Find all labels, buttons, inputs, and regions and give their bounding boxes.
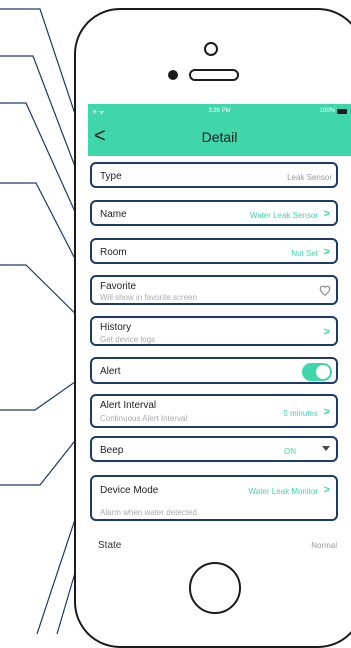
battery-icon <box>337 109 347 114</box>
row-history[interactable]: History Get device logs > <box>90 316 338 346</box>
alert-interval-subtitle: Continuous Alert Interval <box>100 414 188 423</box>
chevron-right-icon: > <box>323 326 330 338</box>
sensor-dot-icon <box>168 70 178 80</box>
beep-value: ON <box>284 447 296 456</box>
row-favorite[interactable]: Favorite Will show in favorite screen <box>90 275 338 305</box>
device-mode-subtitle: Alarm when water detected <box>100 508 197 517</box>
favorite-subtitle: Will show in favorite screen <box>100 293 197 302</box>
row-alert-interval[interactable]: Alert Interval Continuous Alert Interval… <box>90 394 338 428</box>
speaker-grille-icon <box>189 69 239 81</box>
status-bar: ✈ ᯤ 3:26 PM 100% <box>88 104 351 120</box>
chevron-right-icon: > <box>323 246 330 258</box>
row-beep[interactable]: Beep ON <box>90 436 338 462</box>
heart-outline-icon[interactable] <box>318 283 332 297</box>
row-alert: Alert <box>90 357 338 384</box>
state-label: State <box>98 540 122 551</box>
chevron-right-icon: > <box>323 484 330 496</box>
alert-toggle[interactable] <box>302 363 332 381</box>
favorite-label: Favorite <box>100 281 137 292</box>
battery-percent: 100% <box>319 108 335 114</box>
type-value: Leak Sensor <box>287 173 332 182</box>
nav-bar: < Detail <box>88 120 351 156</box>
camera-icon <box>204 42 218 56</box>
device-mode-label: Device Mode <box>100 485 159 496</box>
name-value: Water Leak Sensor <box>249 211 318 220</box>
row-room[interactable]: Room Not Set > <box>90 238 338 264</box>
name-label: Name <box>100 209 127 220</box>
state-value: Normal <box>311 541 337 550</box>
alert-interval-label: Alert Interval <box>100 400 157 411</box>
room-label: Room <box>100 247 127 258</box>
chevron-down-icon <box>322 446 330 451</box>
page-title: Detail <box>201 129 238 145</box>
status-time: 3:26 PM <box>208 108 231 114</box>
row-name[interactable]: Name Water Leak Sensor > <box>90 200 338 226</box>
row-type: Type Leak Sensor <box>90 162 338 188</box>
room-value: Not Set <box>291 249 318 258</box>
alert-label: Alert <box>100 366 121 377</box>
toggle-knob <box>316 365 330 379</box>
history-subtitle: Get device logs <box>100 335 156 344</box>
alert-interval-value: 5 minutes <box>283 409 318 418</box>
chevron-right-icon: > <box>323 406 330 418</box>
chevron-right-icon: > <box>323 208 330 220</box>
home-button[interactable] <box>189 562 241 614</box>
beep-label: Beep <box>100 445 124 456</box>
history-label: History <box>100 322 132 333</box>
type-label: Type <box>100 171 122 182</box>
app-screen: ✈ ᯤ 3:26 PM 100% < Detail Type Leak Sens… <box>88 104 351 574</box>
row-device-mode[interactable]: Device Mode Water Leak Monitor > Alarm w… <box>90 475 338 521</box>
device-mode-value: Water Leak Monitor <box>248 487 318 496</box>
